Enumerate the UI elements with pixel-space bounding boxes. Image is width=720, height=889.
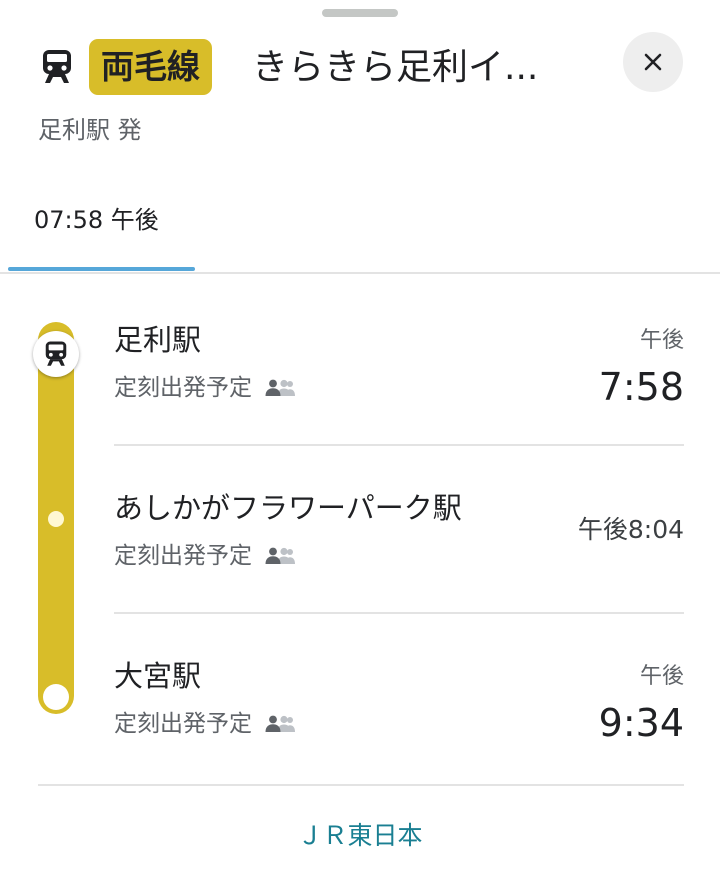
stop-status: 定刻出発予定: [114, 540, 296, 572]
stop-name: 大宮駅: [114, 659, 202, 693]
time-period-label: 午後: [639, 664, 684, 689]
close-button[interactable]: [623, 32, 683, 92]
route-title: きらきら足利イ...: [252, 47, 539, 88]
end-stop-marker: [43, 684, 69, 710]
stop-name: 足利駅: [114, 323, 202, 357]
operator-link[interactable]: ＪＲ東日本: [0, 818, 720, 854]
crowd-icon: [265, 715, 295, 732]
stop-status: 定刻出発予定: [114, 708, 296, 740]
departure-time: 午後8:04: [577, 515, 684, 544]
tab-selected-indicator: [8, 267, 195, 271]
line-name-badge: 両毛線: [89, 39, 212, 95]
stop-status: 定刻出発予定: [114, 372, 296, 404]
tabs-divider: [0, 272, 720, 274]
trip-details-sheet: 両毛線 きらきら足利イ... 足利駅 発 07:58 午後 足利駅 定刻出発予定: [0, 0, 720, 889]
footer-divider: [38, 784, 684, 786]
arrival-time: 9:34: [598, 701, 684, 745]
stop-status-text: 定刻出発予定: [114, 375, 252, 401]
time-period-label: 午後: [639, 328, 684, 353]
stop-row[interactable]: 足利駅 定刻出発予定 午後 7:58: [114, 278, 684, 446]
drag-handle[interactable]: [322, 9, 398, 17]
tab-label: 07:58 午後: [34, 206, 159, 234]
tab-departure-time[interactable]: 07:58 午後: [8, 190, 195, 272]
stop-name: あしかがフラワーパーク駅: [114, 491, 462, 525]
crowd-icon: [265, 379, 295, 396]
crowd-icon: [265, 547, 295, 564]
departure-time: 7:58: [598, 365, 684, 409]
train-icon: [45, 341, 67, 366]
intermediate-stop-marker: [48, 511, 64, 527]
start-stop-marker: [33, 331, 79, 377]
train-icon: [43, 50, 71, 83]
stop-status-text: 定刻出発予定: [114, 543, 252, 569]
stop-row[interactable]: あしかがフラワーパーク駅 定刻出発予定 午後8:04: [114, 446, 684, 614]
departure-subtitle: 足利駅 発: [38, 116, 142, 144]
close-icon: [644, 53, 662, 71]
stop-status-text: 定刻出発予定: [114, 711, 252, 737]
stop-row[interactable]: 大宮駅 定刻出発予定 午後 9:34: [114, 614, 684, 782]
